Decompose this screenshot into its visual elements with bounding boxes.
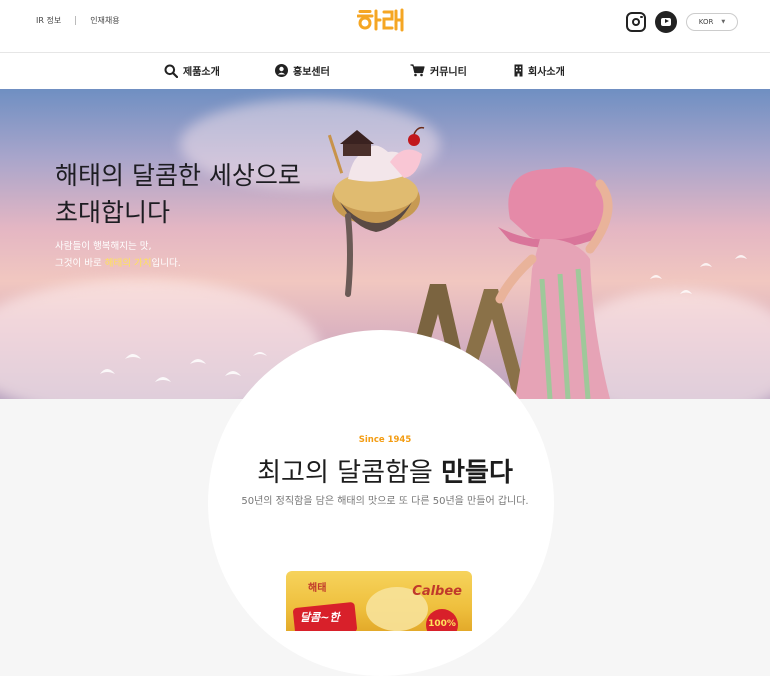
nav-label: 홍보센터 <box>293 67 330 78</box>
hero-desc-line: 그것이 바로 해태의 가치입니다. <box>55 255 181 272</box>
nav-label: 제품소개 <box>183 67 220 78</box>
birds-illustration <box>100 352 267 382</box>
girl-illustration <box>495 167 613 399</box>
instagram-icon[interactable] <box>626 12 646 32</box>
section-subtitle: 50년의 정직함을 담은 해태의 맛으로 또 다른 50년을 만들어 갑니다. <box>241 496 529 507</box>
desc-suffix: 입니다. <box>151 258 181 269</box>
section-title-bold: 만들다 <box>441 458 513 488</box>
hero-title: 해태의 달콤한 세상으로 초대합니다 <box>55 157 301 231</box>
hero-desc-line: 사람들이 행복해지는 맛, <box>55 241 152 252</box>
divider <box>75 16 77 25</box>
section-title: 최고의 달콤함을 만들다 <box>0 452 770 489</box>
desc-prefix: 그것이 바로 <box>55 258 105 269</box>
product-label: 달콤~한 <box>300 611 340 624</box>
section-title-regular: 최고의 달콤함을 <box>257 458 442 488</box>
cart-icon <box>410 64 425 77</box>
nav-label: 커뮤니티 <box>430 67 467 78</box>
product-badge: 100% <box>426 609 458 631</box>
product-image[interactable]: 해태 달콤~한 Calbee 100% <box>286 571 472 631</box>
building-icon <box>514 64 523 77</box>
nav-item-pr-center[interactable]: 홍보센터 <box>275 63 330 78</box>
nav-item-community[interactable]: 커뮤니티 <box>410 63 467 78</box>
haitai-logo[interactable] <box>357 8 405 32</box>
hero-description: 사람들이 행복해지는 맛, 그것이 바로 해태의 가치입니다. <box>55 238 181 272</box>
language-select[interactable]: KOR ▼ <box>686 13 738 31</box>
ir-link[interactable]: IR 정보 <box>36 15 61 26</box>
product-brand: Calbee <box>412 584 462 599</box>
careers-link[interactable]: 인재채용 <box>90 15 119 26</box>
desc-highlight: 해태의 가치 <box>104 258 152 269</box>
main-nav: 제품소개 홍보센터 커뮤니티 회사소개 <box>0 53 770 90</box>
nav-label: 회사소개 <box>528 67 565 78</box>
hero-title-line: 해태의 달콤한 세상으로 <box>55 161 301 190</box>
social-links: KOR ▼ <box>626 11 738 33</box>
hero-title-line: 초대합니다 <box>55 198 171 227</box>
caret-down-icon: ▼ <box>721 19 726 25</box>
product-logo: 해태 <box>308 583 327 594</box>
user-circle-icon <box>275 64 288 77</box>
nav-item-company[interactable]: 회사소개 <box>514 63 565 78</box>
birds-illustration <box>650 255 747 294</box>
utility-links: IR 정보 인재채용 <box>36 15 120 26</box>
youtube-icon[interactable] <box>655 11 677 33</box>
nav-item-products[interactable]: 제품소개 <box>164 63 220 78</box>
since-label: Since 1945 <box>358 435 412 445</box>
search-icon <box>164 64 178 78</box>
language-value: KOR <box>698 18 714 26</box>
top-bar: IR 정보 인재채용 KOR ▼ <box>0 0 770 53</box>
